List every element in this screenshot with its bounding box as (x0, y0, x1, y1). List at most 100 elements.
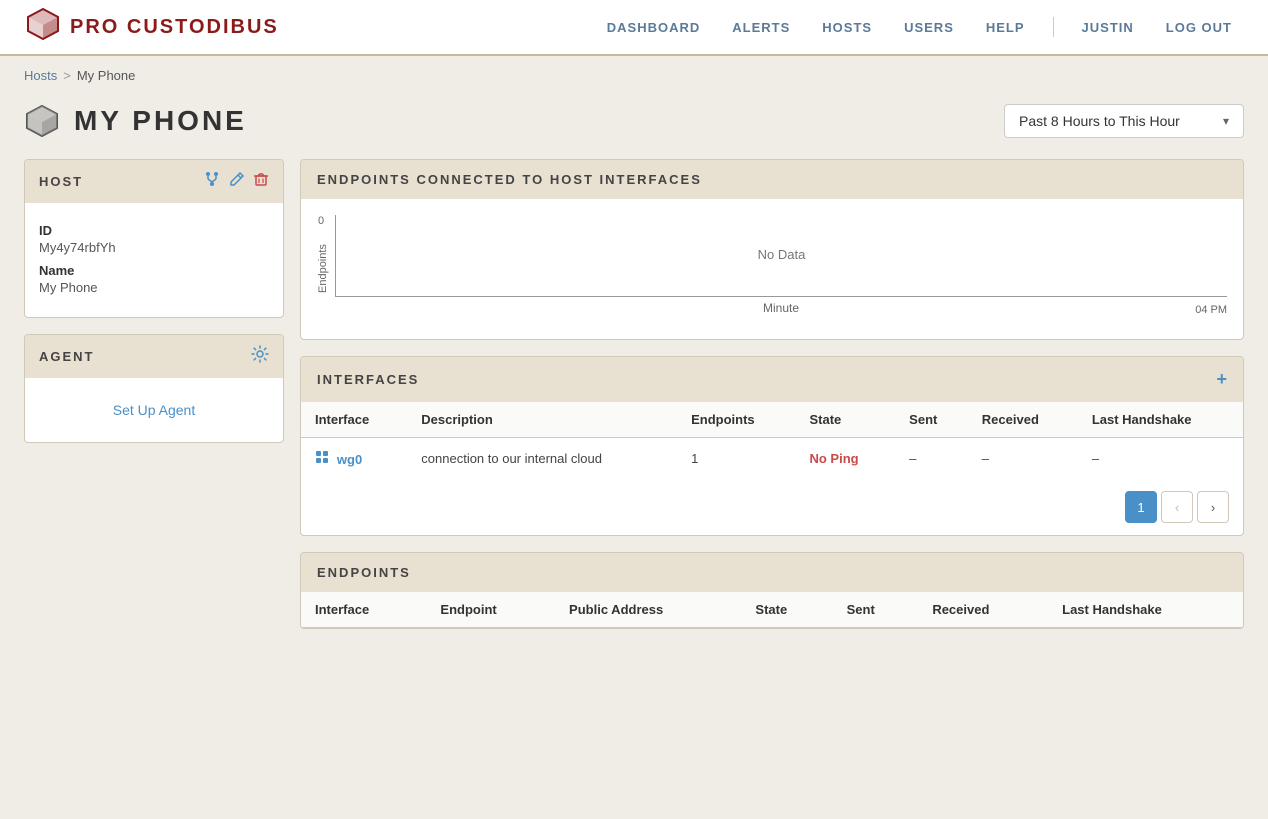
endpoints-table-header-row: Interface Endpoint Public Address State … (301, 592, 1243, 628)
nav-justin[interactable]: JUSTIN (1070, 16, 1146, 39)
page-title: MY PHONE (74, 105, 247, 137)
col-description: Description (407, 402, 677, 438)
chart-container: Endpoints 0 No Data 04 PM Minute (301, 199, 1243, 339)
agent-settings-button[interactable] (251, 345, 269, 368)
pagination: 1 ‹ › (301, 479, 1243, 535)
nav-logout[interactable]: LOG OUT (1154, 16, 1244, 39)
main-layout: HOST (0, 159, 1268, 653)
chart-x-time-label: 04 PM (1195, 304, 1227, 316)
time-selector[interactable]: Past 8 Hours to This Hour ▾ (1004, 104, 1244, 138)
right-panel: ENDPOINTS CONNECTED TO HOST INTERFACES E… (300, 159, 1244, 629)
host-name-label: Name (39, 263, 269, 278)
host-card: HOST (24, 159, 284, 318)
brand-logo-icon (24, 5, 62, 49)
fork-icon (203, 170, 221, 188)
agent-card-icons (251, 345, 269, 368)
host-id-label: ID (39, 223, 269, 238)
host-card-header: HOST (25, 160, 283, 203)
endpoints-section-title: ENDPOINTS (317, 565, 411, 580)
interfaces-header: INTERFACES + (301, 357, 1243, 402)
breadcrumb-current: My Phone (77, 68, 136, 83)
page-1-button[interactable]: 1 (1125, 491, 1157, 523)
delete-button[interactable] (253, 171, 269, 192)
col-state: State (795, 402, 895, 438)
page-title-group: MY PHONE (24, 103, 247, 139)
chart-zero-label: 0 (318, 215, 324, 227)
chart-no-data-label: No Data (758, 247, 806, 262)
page-icon (24, 103, 60, 139)
brand-icon (24, 5, 62, 43)
agent-card: AGENT Set Up Agent (24, 334, 284, 443)
page-header: MY PHONE Past 8 Hours to This Hour ▾ (0, 95, 1268, 159)
gear-icon (251, 345, 269, 363)
setup-agent-link[interactable]: Set Up Agent (33, 386, 275, 434)
col-endpoints: Endpoints (677, 402, 795, 438)
interfaces-table-header-row: Interface Description Endpoints State Se… (301, 402, 1243, 438)
edit-button[interactable] (229, 171, 245, 192)
state-cell: No Ping (795, 438, 895, 480)
grid-icon (315, 450, 329, 464)
chart-x-axis-label: Minute (335, 297, 1227, 323)
nav-help[interactable]: HELP (974, 16, 1037, 39)
col-sent: Sent (895, 402, 968, 438)
endpoints-chart-card: ENDPOINTS CONNECTED TO HOST INTERFACES E… (300, 159, 1244, 340)
nav-hosts[interactable]: HOSTS (810, 16, 884, 39)
col-last-handshake: Last Handshake (1078, 402, 1243, 438)
host-card-title: HOST (39, 174, 83, 189)
navbar: PRO CUSTODIBUS DASHBOARD ALERTS HOSTS US… (0, 0, 1268, 56)
agent-card-header: AGENT (25, 335, 283, 378)
nav-alerts[interactable]: ALERTS (720, 16, 802, 39)
agent-card-title: AGENT (39, 349, 95, 364)
breadcrumb: Hosts > My Phone (0, 56, 1268, 95)
nav-links: DASHBOARD ALERTS HOSTS USERS HELP JUSTIN… (595, 16, 1244, 39)
col-received: Received (968, 402, 1078, 438)
agent-card-body: Set Up Agent (25, 378, 283, 442)
sent-cell: – (895, 438, 968, 480)
interface-cell: wg0 (301, 438, 407, 480)
ep-col-public-address: Public Address (555, 592, 741, 628)
received-cell: – (968, 438, 1078, 480)
description-cell: connection to our internal cloud (407, 438, 677, 480)
endpoints-section-header: ENDPOINTS (301, 553, 1243, 592)
host-id-value: My4y74rbfYh (39, 240, 269, 255)
endpoints-table-head: Interface Endpoint Public Address State … (301, 592, 1243, 628)
table-row: wg0 connection to our internal cloud 1 N… (301, 438, 1243, 480)
ep-col-interface: Interface (301, 592, 426, 628)
time-selector-label: Past 8 Hours to This Hour (1019, 113, 1180, 129)
brand-text: PRO CUSTODIBUS (70, 16, 279, 39)
interfaces-table-body: wg0 connection to our internal cloud 1 N… (301, 438, 1243, 480)
endpoints-chart-title: ENDPOINTS CONNECTED TO HOST INTERFACES (317, 172, 702, 187)
interface-link-wg0[interactable]: wg0 (337, 452, 362, 467)
endpoints-chart-header: ENDPOINTS CONNECTED TO HOST INTERFACES (301, 160, 1243, 199)
brand: PRO CUSTODIBUS (24, 5, 279, 49)
prev-page-button[interactable]: ‹ (1161, 491, 1193, 523)
nav-users[interactable]: USERS (892, 16, 966, 39)
host-card-body: ID My4y74rbfYh Name My Phone (25, 203, 283, 317)
interfaces-table: Interface Description Endpoints State Se… (301, 402, 1243, 479)
interfaces-card: INTERFACES + Interface Description Endpo… (300, 356, 1244, 536)
last-handshake-cell: – (1078, 438, 1243, 480)
breadcrumb-parent-link[interactable]: Hosts (24, 68, 57, 83)
add-interface-button[interactable]: + (1216, 369, 1227, 390)
host-name-value: My Phone (39, 280, 269, 295)
chart-area: 0 No Data 04 PM (335, 215, 1227, 297)
nav-dashboard[interactable]: DASHBOARD (595, 16, 713, 39)
next-page-button[interactable]: › (1197, 491, 1229, 523)
host-card-icons (203, 170, 269, 193)
col-interface: Interface (301, 402, 407, 438)
state-no-ping: No Ping (809, 451, 858, 466)
fork-button[interactable] (203, 170, 221, 193)
breadcrumb-separator: > (63, 68, 71, 83)
interfaces-title: INTERFACES (317, 372, 419, 387)
ep-col-received: Received (918, 592, 1048, 628)
nav-divider (1053, 17, 1054, 37)
interface-icon (315, 451, 333, 467)
ep-col-sent: Sent (833, 592, 919, 628)
ep-col-endpoint: Endpoint (426, 592, 555, 628)
ep-col-last-handshake: Last Handshake (1048, 592, 1243, 628)
chart-y-label: Endpoints (317, 215, 329, 323)
edit-icon (229, 171, 245, 187)
interfaces-table-head: Interface Description Endpoints State Se… (301, 402, 1243, 438)
endpoints-cell: 1 (677, 438, 795, 480)
trash-icon (253, 171, 269, 187)
